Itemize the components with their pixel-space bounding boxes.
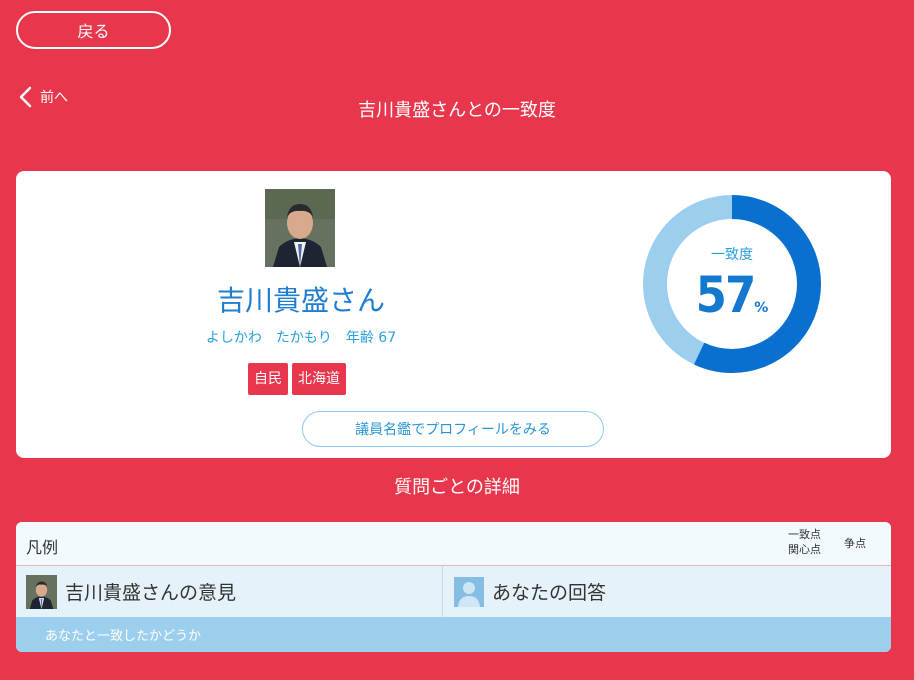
politician-opinion-cell: 吉川貴盛さんの意見 bbox=[26, 566, 236, 617]
match-label: 一致度 bbox=[711, 247, 753, 263]
legend-title: 凡例 bbox=[26, 538, 59, 557]
view-profile-button[interactable]: 議員名鑑でプロフィールをみる bbox=[302, 411, 604, 447]
legend-key-match: 一致点 bbox=[788, 528, 821, 541]
legend-key-concern: 関心点 bbox=[788, 543, 821, 556]
politician-reading: よしかわ たかもり 年齢 67 bbox=[205, 330, 397, 346]
politician-opinion-label: 吉川貴盛さんの意見 bbox=[65, 582, 237, 604]
politician-avatar bbox=[26, 574, 57, 609]
politician-photo bbox=[265, 189, 335, 267]
legend-answers-row: 吉川貴盛さんの意見 あなたの回答 bbox=[16, 566, 891, 617]
user-icon bbox=[454, 576, 484, 607]
details-title: 質問ごとの詳細 bbox=[394, 477, 520, 498]
your-answer-label: あなたの回答 bbox=[492, 582, 607, 604]
back-button[interactable]: 戻る bbox=[16, 11, 171, 49]
legend-panel: 凡例 一致点 関心点 争点 吉川貴盛さんの意見 あなたの回答 あなたと一致したか… bbox=[16, 522, 891, 652]
legend-divider bbox=[442, 566, 443, 617]
agree-note: あなたと一致したかどうか bbox=[45, 629, 202, 644]
legend-keys: 一致点 関心点 bbox=[788, 527, 821, 557]
region-tag: 北海道 bbox=[292, 363, 346, 395]
party-tags: 自民 北海道 bbox=[248, 363, 346, 395]
legend-key-dispute: 争点 bbox=[844, 537, 866, 550]
legend-agree-row: あなたと一致したかどうか bbox=[16, 617, 891, 652]
your-answer-cell: あなたの回答 bbox=[454, 566, 606, 617]
match-value: 57% bbox=[643, 266, 821, 324]
politician-name: 吉川貴盛さん bbox=[216, 284, 385, 317]
page-title: 吉川貴盛さんとの一致度 bbox=[358, 100, 556, 121]
match-number: 57 bbox=[695, 266, 757, 324]
party-tag: 自民 bbox=[248, 363, 288, 395]
match-card: 吉川貴盛さん よしかわ たかもり 年齢 67 自民 北海道 議員名鑑でプロフィー… bbox=[16, 171, 891, 458]
legend-header: 凡例 一致点 関心点 争点 bbox=[16, 522, 891, 566]
match-unit: % bbox=[754, 300, 769, 316]
